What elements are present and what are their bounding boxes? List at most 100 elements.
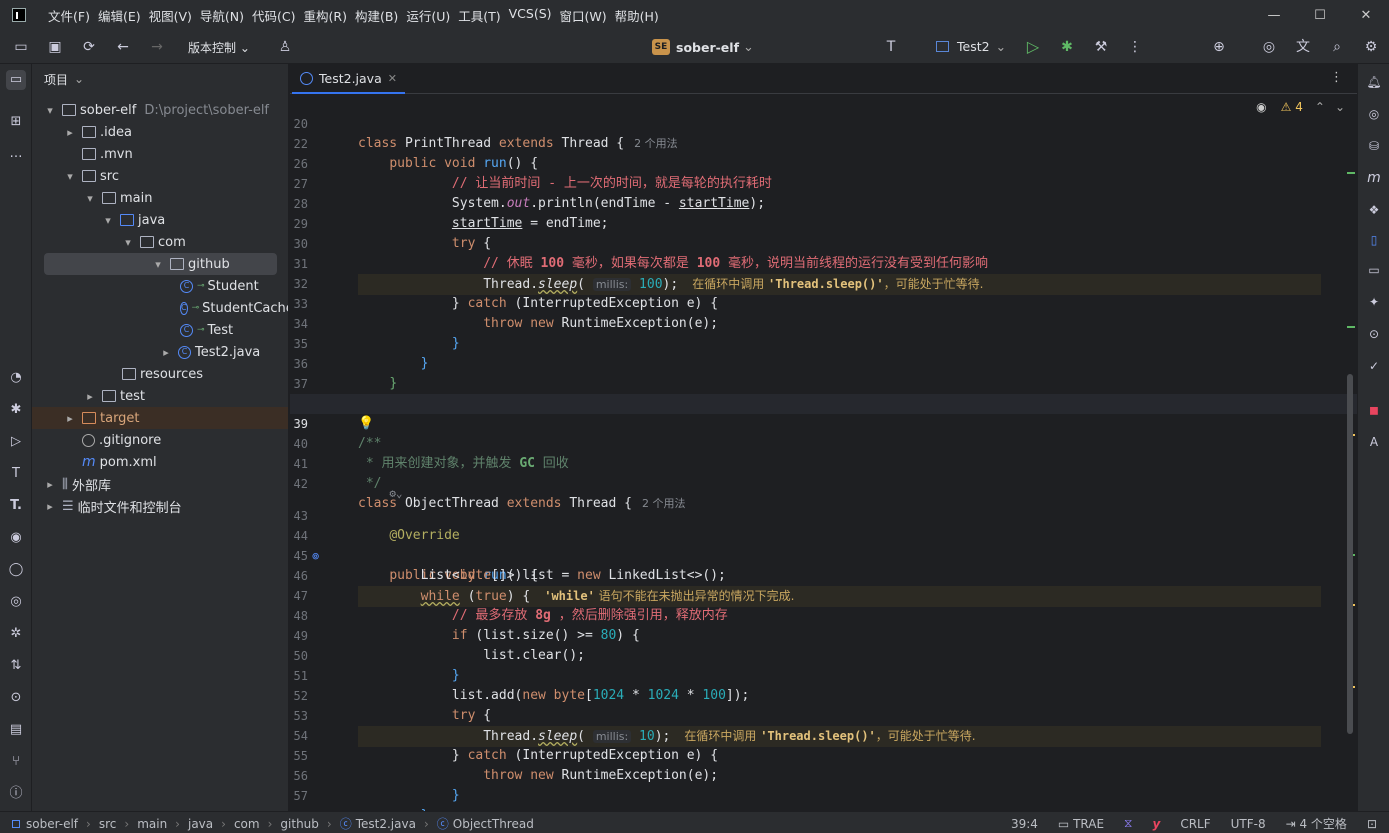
lock-icon[interactable]: ⊡ — [1367, 817, 1377, 831]
indent-widget[interactable]: ⇥ 4 个空格 — [1286, 815, 1347, 832]
breadcrumb-item[interactable]: ObjectThread — [453, 817, 534, 831]
ai-assistant-icon[interactable]: ◎ — [1260, 38, 1278, 56]
screen-icon[interactable]: ▭ — [1364, 260, 1384, 280]
save-icon[interactable]: ▣ — [46, 38, 64, 56]
folder-icon[interactable]: ▭ — [12, 38, 30, 56]
timeline-icon[interactable]: ⊙ — [1364, 324, 1384, 344]
build-icon[interactable]: ⚒ — [1092, 38, 1110, 56]
gradle-icon[interactable]: ❖ — [1364, 200, 1384, 220]
structure-icon[interactable]: ⊞ — [6, 112, 26, 132]
expand-arrow-icon[interactable]: ▾ — [122, 236, 134, 249]
tree-item-target[interactable]: ▸ target — [32, 407, 288, 429]
tree-item-scratches[interactable]: ▸ ☰ 临时文件和控制台 — [32, 495, 288, 517]
translate-icon[interactable]: 文 — [1294, 38, 1312, 56]
chat-icon[interactable]: ◯ — [6, 560, 26, 580]
line-separator[interactable]: CRLF — [1180, 817, 1210, 831]
vcs-menu[interactable]: 版本控制 ⌄ — [188, 39, 250, 56]
breadcrumb-item[interactable]: sober-elf — [26, 817, 78, 831]
endpoints-icon[interactable]: ⊙ — [6, 688, 26, 708]
database-icon[interactable]: ⛁ — [1364, 136, 1384, 156]
maximize-icon[interactable]: ☐ — [1297, 0, 1343, 30]
kotlin-icon[interactable]: ⧖ — [1124, 816, 1132, 831]
caret-position[interactable]: 39:4 — [1011, 817, 1038, 831]
menu-edit[interactable]: 编辑(E) — [98, 6, 149, 25]
trae-widget[interactable]: ▭ TRAE — [1058, 817, 1104, 831]
expand-arrow-icon[interactable]: ▸ — [64, 412, 76, 425]
breadcrumb-item[interactable]: src — [99, 817, 117, 831]
more-actions-icon[interactable]: ⋮ — [1126, 38, 1144, 56]
youdao-icon[interactable]: y — [1152, 817, 1160, 831]
update-icon[interactable]: ⊕ — [1210, 38, 1228, 56]
editor-inspection-widget[interactable]: ◉ ⚠ 4 ⌃ ⌄ — [1256, 100, 1345, 114]
change-mark[interactable] — [1347, 326, 1355, 328]
plugin-icon[interactable]: ✲ — [6, 624, 26, 644]
prev-highlight-icon[interactable]: ⌃ — [1315, 100, 1325, 114]
more-tools-icon[interactable]: … — [6, 144, 26, 164]
maven-tool-icon[interactable]: m — [1364, 168, 1384, 188]
breadcrumb-item[interactable]: github — [280, 817, 318, 831]
copilot-icon[interactable]: ✦ — [1364, 292, 1384, 312]
tree-item-test-folder[interactable]: ▸ test — [32, 385, 288, 407]
coverage-icon[interactable]: ✓ — [1364, 356, 1384, 376]
breadcrumb-item[interactable]: java — [188, 817, 213, 831]
document-icon[interactable]: ▯ — [1364, 230, 1384, 250]
tree-item-test[interactable]: C ⊸ Test — [32, 319, 288, 341]
tree-item-github[interactable]: ▾ github — [44, 253, 277, 275]
run-tool-icon[interactable]: ▷ — [6, 432, 26, 452]
tree-item-java[interactable]: ▾ java — [32, 209, 288, 231]
menu-vcs[interactable]: VCS(S) — [509, 6, 560, 25]
menu-code[interactable]: 代码(C) — [252, 6, 303, 25]
vertical-scrollbar[interactable] — [1347, 374, 1353, 734]
tree-item-pom-xml[interactable]: m pom.xml — [32, 451, 288, 473]
tree-item-studentcache[interactable]: C ⊸ StudentCache — [32, 297, 288, 319]
todo-icon[interactable]: T. — [6, 496, 26, 516]
tree-item-main[interactable]: ▾ main — [32, 187, 288, 209]
breadcrumb-item[interactable]: main — [137, 817, 167, 831]
tree-item-src[interactable]: ▾ src — [32, 165, 288, 187]
expand-arrow-icon[interactable]: ▸ — [44, 478, 56, 491]
expand-arrow-icon[interactable]: ▸ — [160, 346, 172, 359]
breadcrumb-item[interactable]: com — [234, 817, 260, 831]
tree-item-mvn[interactable]: .mvn — [32, 143, 288, 165]
expand-arrow-icon[interactable]: ▾ — [44, 104, 56, 117]
ai-chat-icon[interactable]: ◎ — [1364, 104, 1384, 124]
sync-icon[interactable]: ⟳ — [80, 38, 98, 56]
menu-help[interactable]: 帮助(H) — [615, 6, 667, 25]
code-editor[interactable]: ◉ ⚠ 4 ⌃ ⌄ 20 class PrintThread extends T… — [290, 94, 1357, 811]
tree-item-sober-elf[interactable]: ▾ sober-elf D:\project\sober-elf — [32, 99, 288, 121]
minimize-icon[interactable]: — — [1251, 0, 1297, 30]
run-config-selector[interactable]: Test2 ⌄ — [936, 39, 1006, 54]
terminal-icon[interactable]: ▤ — [6, 720, 26, 740]
menu-file[interactable]: 文件(F) — [48, 6, 98, 25]
menu-tools[interactable]: 工具(T) — [458, 6, 508, 25]
project-widget[interactable]: SE sober-elf ⌄ — [652, 37, 754, 57]
problems-icon[interactable]: ⓘ — [6, 784, 26, 804]
next-highlight-icon[interactable]: ⌄ — [1335, 100, 1345, 114]
forward-icon[interactable]: → — [148, 38, 166, 56]
menu-window[interactable]: 窗口(W) — [560, 6, 615, 25]
project-tool-icon[interactable]: ▭ — [6, 70, 26, 90]
expand-arrow-icon[interactable]: ▸ — [84, 390, 96, 403]
debug-icon[interactable]: ✱ — [1058, 38, 1076, 56]
menu-navigate[interactable]: 导航(N) — [200, 6, 252, 25]
tab-test2-java[interactable]: Test2.java ✕ — [292, 64, 405, 94]
tree-item-external-libs[interactable]: ▸ ⫼ 外部库 — [32, 473, 288, 495]
reader-mode-eye-icon[interactable]: ◉ — [1256, 100, 1266, 114]
back-icon[interactable]: ← — [114, 38, 132, 56]
sort-icon[interactable]: ⇅ — [6, 656, 26, 676]
more-tabs-icon[interactable]: ⋮ — [1330, 70, 1343, 85]
font-icon[interactable]: A — [1364, 432, 1384, 452]
close-window-icon[interactable]: ✕ — [1343, 0, 1389, 30]
run-icon[interactable]: ▷ — [1024, 38, 1042, 56]
tree-item-gitignore[interactable]: .gitignore — [32, 429, 288, 451]
change-mark[interactable] — [1347, 172, 1355, 174]
eye-tool-icon[interactable]: ◎ — [6, 592, 26, 612]
tree-item-student[interactable]: C ⊸ Student — [32, 275, 288, 297]
expand-arrow-icon[interactable]: ▾ — [102, 214, 114, 227]
add-user-icon[interactable]: ♙ — [276, 38, 294, 56]
settings-gear-icon[interactable]: ⚙ — [1362, 38, 1380, 56]
close-tab-icon[interactable]: ✕ — [388, 72, 397, 85]
tree-item-test2-java[interactable]: ▸ C Test2.java — [32, 341, 288, 363]
file-encoding[interactable]: UTF-8 — [1231, 817, 1266, 831]
intellij-logo-icon[interactable] — [12, 8, 26, 22]
